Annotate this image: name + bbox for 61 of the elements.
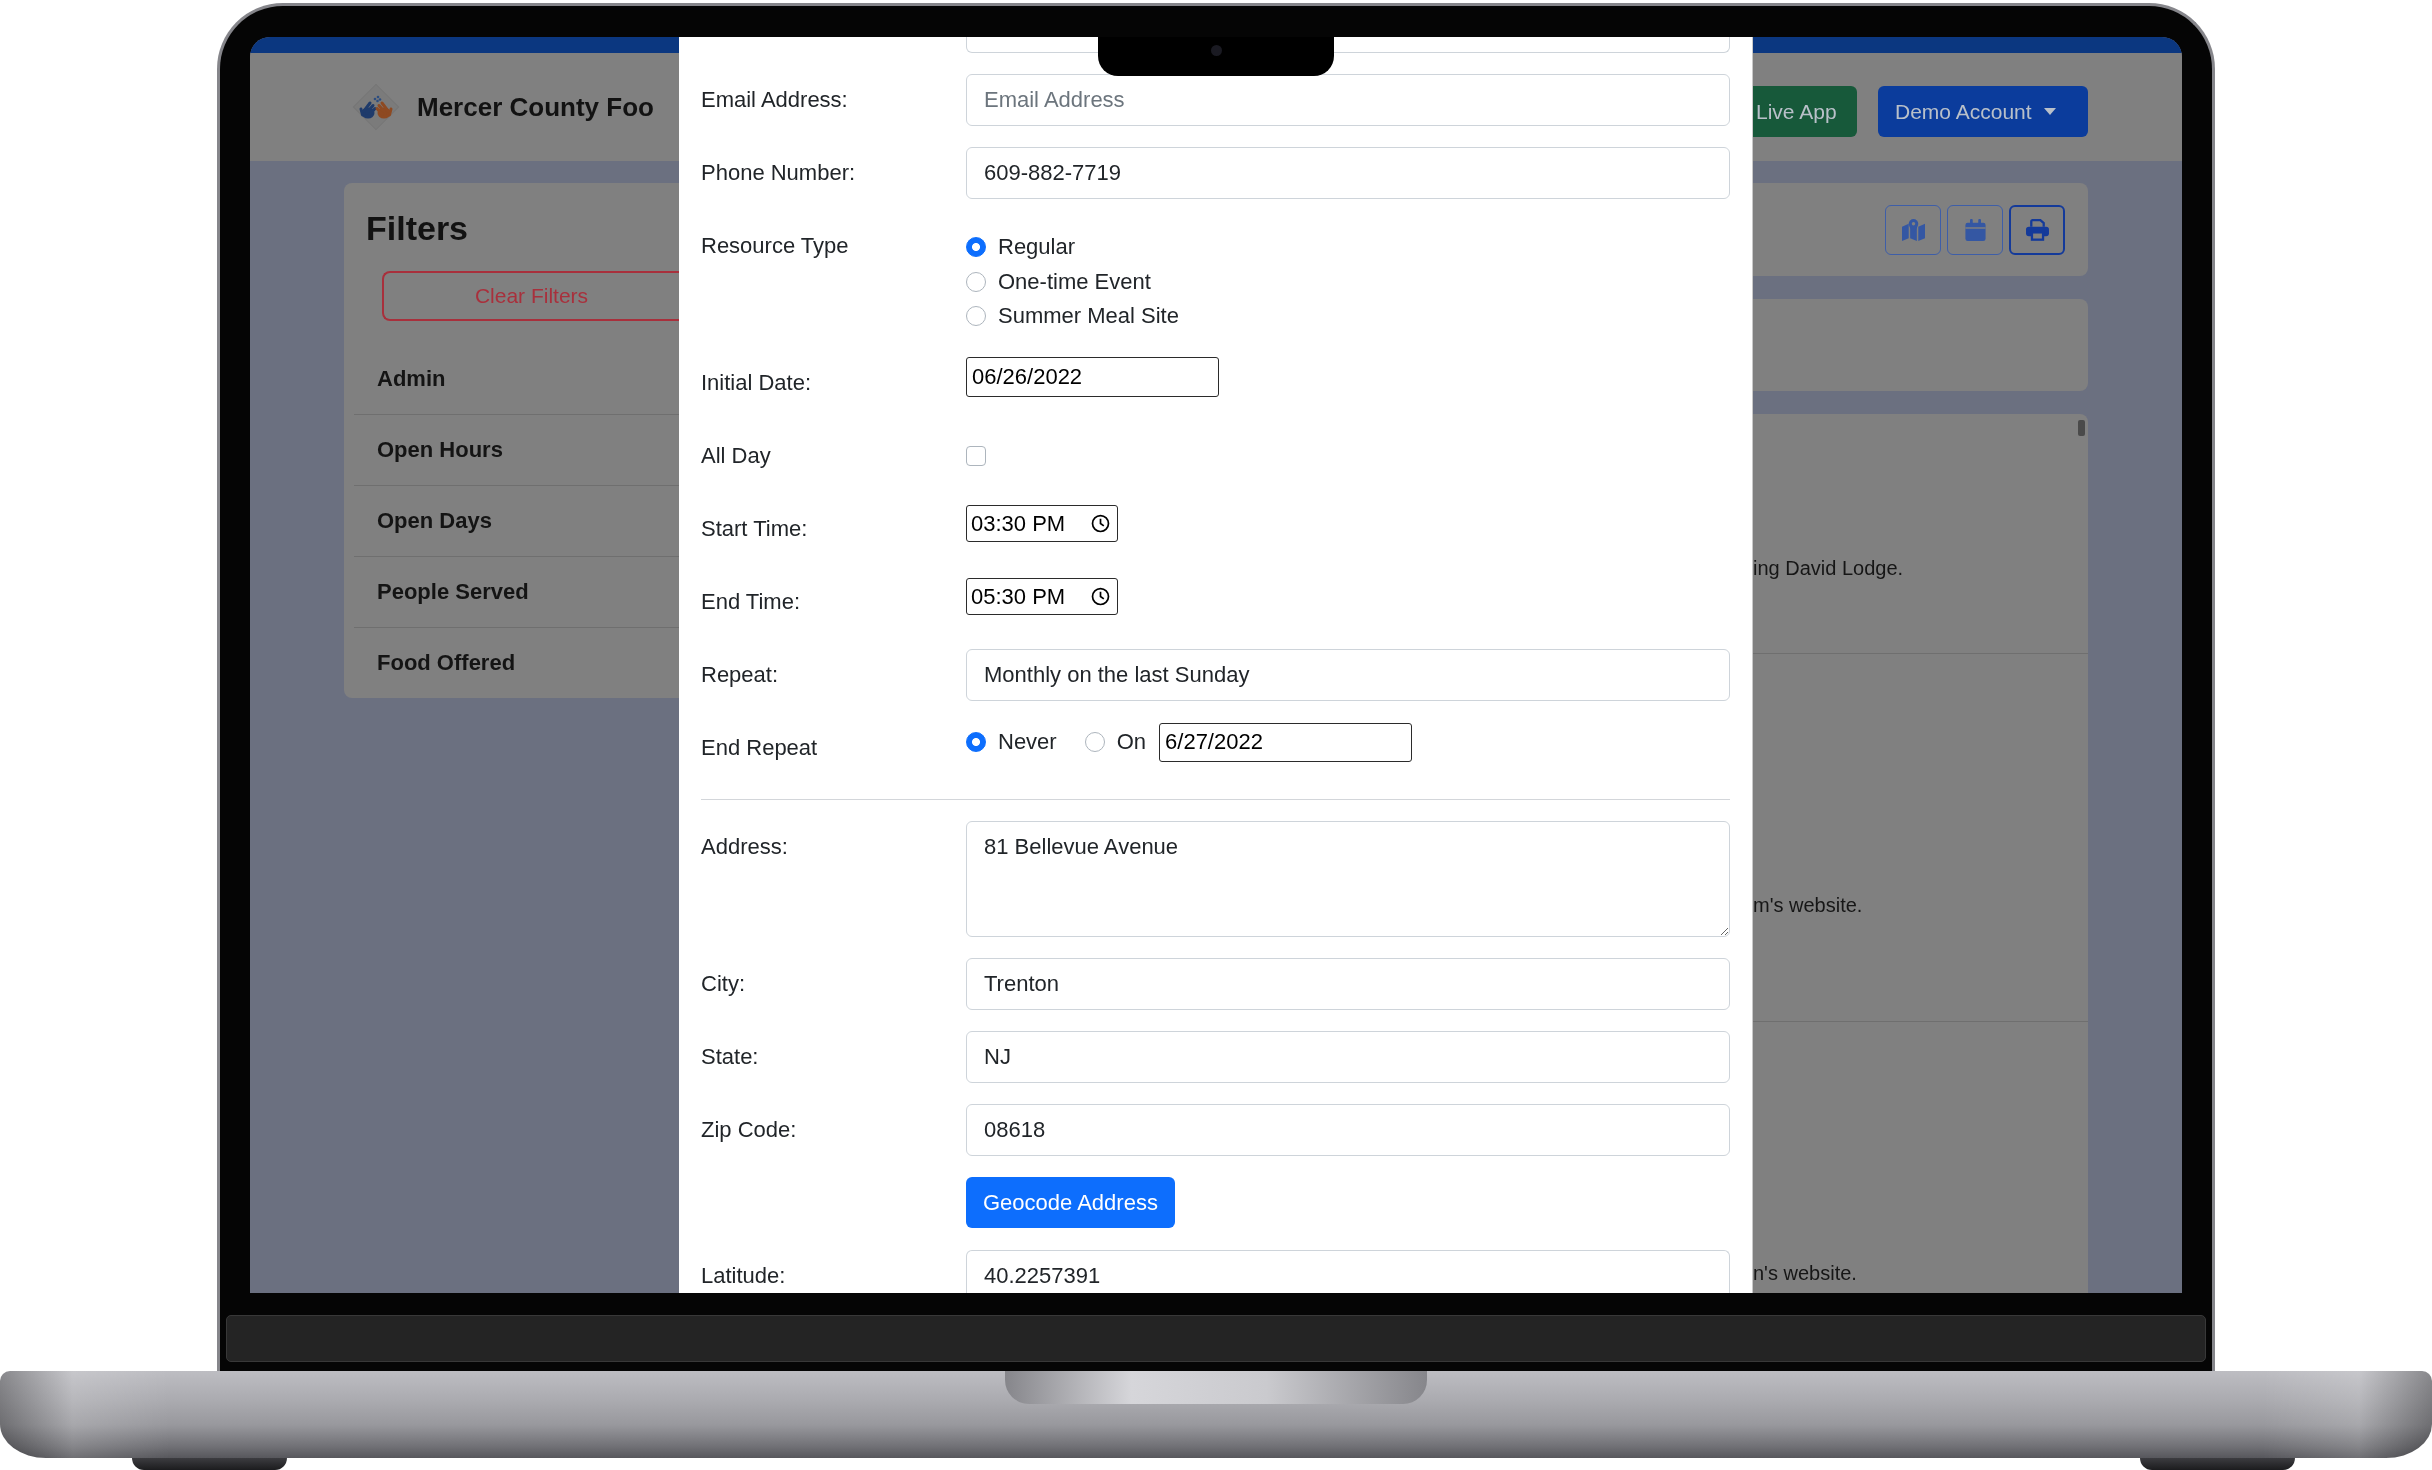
map-pin-icon bbox=[1900, 218, 1926, 241]
radio-label: Summer Meal Site bbox=[998, 303, 1179, 330]
field-label: Start Time: bbox=[701, 517, 808, 541]
field-label: City: bbox=[701, 972, 745, 996]
text-input[interactable]: NJ bbox=[966, 1031, 1730, 1083]
field-label: Resource Type bbox=[701, 234, 849, 258]
radio-button[interactable] bbox=[1084, 732, 1105, 752]
field-label: All Day bbox=[701, 444, 771, 468]
field-label: End Time: bbox=[701, 590, 801, 614]
field-label: Repeat: bbox=[701, 663, 779, 687]
filter-category[interactable]: Open Days bbox=[377, 508, 492, 534]
print-button[interactable] bbox=[2009, 204, 2065, 255]
filter-category[interactable]: Food Offered bbox=[377, 650, 516, 676]
app-title: Mercer County Foo bbox=[417, 91, 654, 123]
address-textarea[interactable]: 81 Bellevue Avenue bbox=[966, 821, 1730, 937]
radio-label: Never bbox=[998, 729, 1057, 755]
field-label: Phone Number: bbox=[701, 161, 856, 185]
radio-button[interactable] bbox=[966, 306, 986, 327]
caret-icon bbox=[2043, 108, 2056, 115]
filter-category[interactable]: Open Hours bbox=[377, 437, 503, 463]
text-input[interactable]: Email Address bbox=[966, 74, 1730, 126]
filters-heading: Filters bbox=[366, 208, 469, 249]
scrollbar-thumb[interactable] bbox=[2078, 420, 2085, 436]
map-view-button[interactable] bbox=[1885, 204, 1941, 255]
camera-icon bbox=[1210, 45, 1222, 56]
radio-label: One-time Event bbox=[998, 268, 1151, 295]
geocode-button[interactable]: Geocode Address bbox=[966, 1177, 1175, 1228]
calendar-view-button[interactable] bbox=[1947, 204, 2003, 255]
printer-icon bbox=[2024, 218, 2050, 241]
radio-label: On bbox=[1116, 729, 1147, 755]
text-input[interactable]: 40.2257391 bbox=[966, 1250, 1730, 1293]
field-label: Email Address: bbox=[701, 88, 848, 112]
radio-label: Regular bbox=[998, 234, 1076, 261]
filter-category[interactable]: People Served bbox=[377, 579, 529, 605]
account-dropdown-button[interactable]: Demo Account bbox=[1878, 86, 2088, 137]
clock-icon[interactable] bbox=[1091, 587, 1110, 606]
field-label: Latitude: bbox=[701, 1264, 786, 1288]
time-input[interactable]: 03:30 PM bbox=[966, 505, 1118, 542]
time-input[interactable]: 05:30 PM bbox=[966, 578, 1118, 615]
radio-button[interactable] bbox=[966, 237, 986, 258]
text-input[interactable]: Monthly on the last Sunday bbox=[966, 649, 1730, 701]
field-label: Address: bbox=[701, 835, 788, 859]
text-input[interactable]: 609-882-7719 bbox=[966, 147, 1730, 199]
clock-icon[interactable] bbox=[1091, 514, 1110, 533]
text-input[interactable]: Trenton bbox=[966, 958, 1730, 1010]
field-label: End Repeat bbox=[701, 736, 818, 760]
live-app-button[interactable]: Live App bbox=[1753, 86, 1857, 137]
result-description: ing David Lodge. bbox=[1753, 557, 1904, 579]
radio-button[interactable] bbox=[966, 732, 986, 752]
result-description: m's website. bbox=[1753, 894, 1863, 916]
date-input[interactable]: 6/27/2022 bbox=[1159, 722, 1413, 762]
result-description: n's website. bbox=[1753, 1262, 1857, 1284]
field-label: Initial Date: bbox=[701, 371, 812, 395]
field-label: State: bbox=[701, 1045, 759, 1069]
filter-category[interactable]: Admin bbox=[377, 365, 446, 392]
calendar-icon bbox=[1962, 218, 1988, 241]
date-input[interactable]: 06/26/2022 bbox=[966, 357, 1219, 397]
checkbox[interactable] bbox=[966, 446, 986, 466]
field-label: Zip Code: bbox=[701, 1118, 797, 1142]
radio-button[interactable] bbox=[966, 271, 986, 292]
text-input[interactable]: 08618 bbox=[966, 1104, 1730, 1156]
